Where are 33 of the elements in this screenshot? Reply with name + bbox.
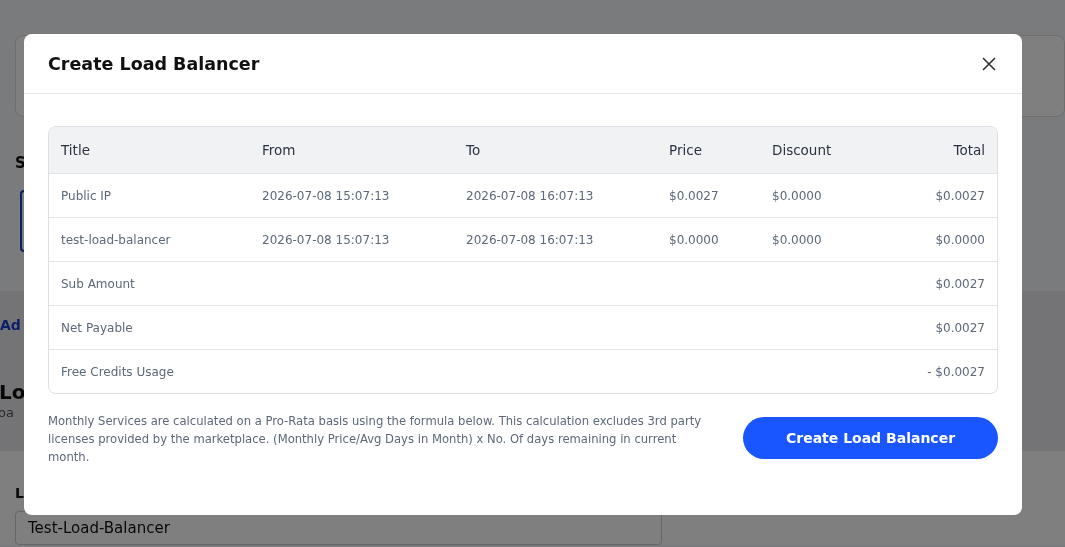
dialog-title: Create Load Balancer <box>48 53 260 74</box>
column-header: From <box>262 142 297 158</box>
table-cell-text: 2026-07-08 15:07:13 <box>262 232 391 247</box>
column-header: To <box>466 142 482 158</box>
table-cell-text: $0.0027 <box>934 188 985 203</box>
close-icon[interactable] <box>982 56 996 71</box>
create-button[interactable]: Create Load Balancer <box>743 417 998 459</box>
table-cell-text: $0.0000 <box>772 232 823 247</box>
option-card[interactable] <box>20 190 24 252</box>
table-cell-text: test-load-balancer <box>61 232 172 247</box>
table-cell-text: Public IP <box>61 188 113 203</box>
table-cell-text: $0.0027 <box>669 188 720 203</box>
summary-label: Free Credits Usage <box>61 364 174 379</box>
column-header: Title <box>61 142 91 158</box>
column-header: Price <box>669 142 703 158</box>
summary-amount: $0.0027 <box>935 276 985 291</box>
section-heading: S <box>15 154 27 172</box>
table-cell-text: $0.0000 <box>669 232 720 247</box>
field-label: L <box>15 485 24 501</box>
summary-amount: $0.0027 <box>935 320 985 335</box>
summary-label: Sub Amount <box>61 276 135 291</box>
add-link[interactable]: Ad <box>0 317 21 333</box>
summary-label: Net Payable <box>61 320 133 335</box>
summary-amount: - $0.0027 <box>927 364 985 379</box>
pricing-note: Monthly Services are calculated on a Pro-Rata basis using the formula below. This calculation excludes 3rd party licenses provided by the marketplace. (Monthly Price/Avg Days in Month) x No. Of days remaining in current month. <box>48 413 703 466</box>
table-cell-text: 2026-07-08 16:07:13 <box>466 188 595 203</box>
column-header: Discount <box>772 142 833 158</box>
column-header: Total <box>952 142 985 158</box>
page-heading: Lo <box>0 380 26 404</box>
table-cell-text: $0.0000 <box>772 188 823 203</box>
table-cell-text: 2026-07-08 15:07:13 <box>262 188 391 203</box>
table-cell-text: 2026-07-08 16:07:13 <box>466 232 595 247</box>
table-cell-text: $0.0000 <box>934 232 985 247</box>
